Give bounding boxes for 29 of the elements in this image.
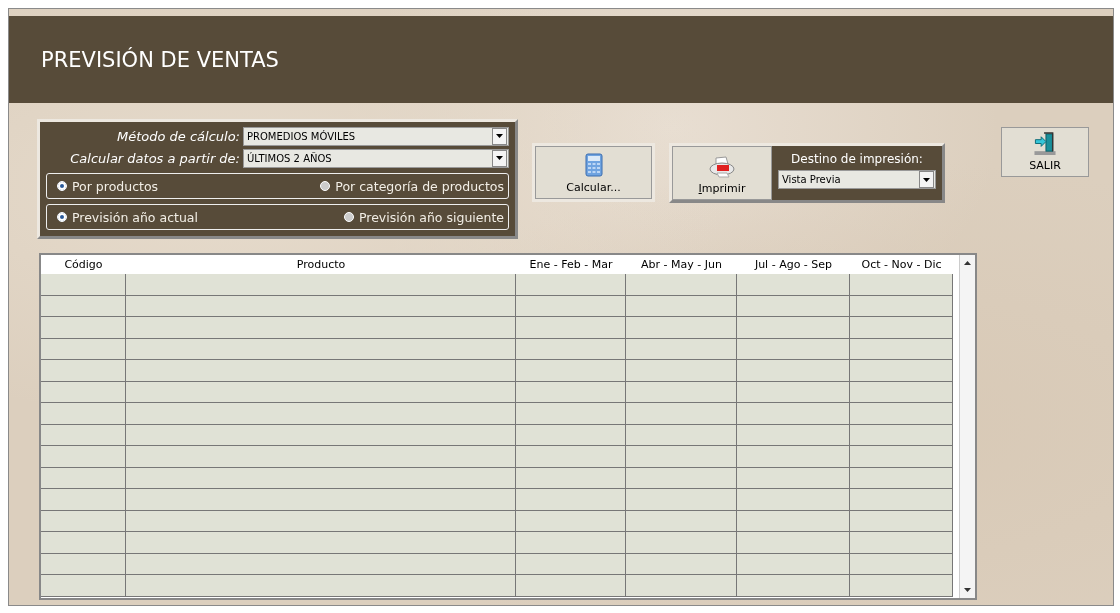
print-destination-label: Destino de impresión: xyxy=(791,152,923,166)
column-header: Abr - May - Jun xyxy=(640,257,723,273)
print-button[interactable]: Imprimir xyxy=(672,146,772,200)
radio-option[interactable]: Por categoría de productos xyxy=(320,178,504,194)
column-header: Jul - Ago - Sep xyxy=(753,257,834,273)
scrollbar[interactable] xyxy=(959,255,975,598)
field-label: Calcular datos a partir de: xyxy=(69,150,240,166)
scroll-up-icon[interactable] xyxy=(964,261,971,265)
print-destination-dropdown[interactable]: Vista Previa xyxy=(778,170,936,189)
column-header: Oct - Nov - Dic xyxy=(860,257,943,273)
dropdown-arrow-icon xyxy=(496,134,503,138)
column-header: Producto xyxy=(295,257,347,273)
exit-button[interactable]: SALIR xyxy=(1001,127,1089,177)
calculate-button[interactable]: Calcular... xyxy=(535,146,652,199)
field-label: Método de cálculo: xyxy=(115,128,240,144)
calculator-icon xyxy=(584,153,603,177)
radio-option[interactable]: Por productos xyxy=(57,178,159,194)
scroll-down-icon[interactable] xyxy=(964,588,971,592)
dropdown-arrow-icon xyxy=(923,177,930,182)
column-header: Código xyxy=(63,257,104,273)
column-header: Ene - Feb - Mar xyxy=(528,257,614,273)
radio-option[interactable]: Previsión año actual xyxy=(57,209,198,225)
dropdown-arrow-icon xyxy=(496,156,503,160)
radio-option[interactable]: Previsión año siguiente xyxy=(344,209,504,225)
printer-icon xyxy=(709,156,735,178)
dropdown-field[interactable]: PROMEDIOS MÓVILES xyxy=(243,126,509,146)
exit-door-icon xyxy=(1034,132,1056,155)
form-title: PREVISIÓN DE VENTAS xyxy=(41,47,279,72)
dropdown-field[interactable]: ÚLTIMOS 2 AÑOS xyxy=(243,148,509,168)
